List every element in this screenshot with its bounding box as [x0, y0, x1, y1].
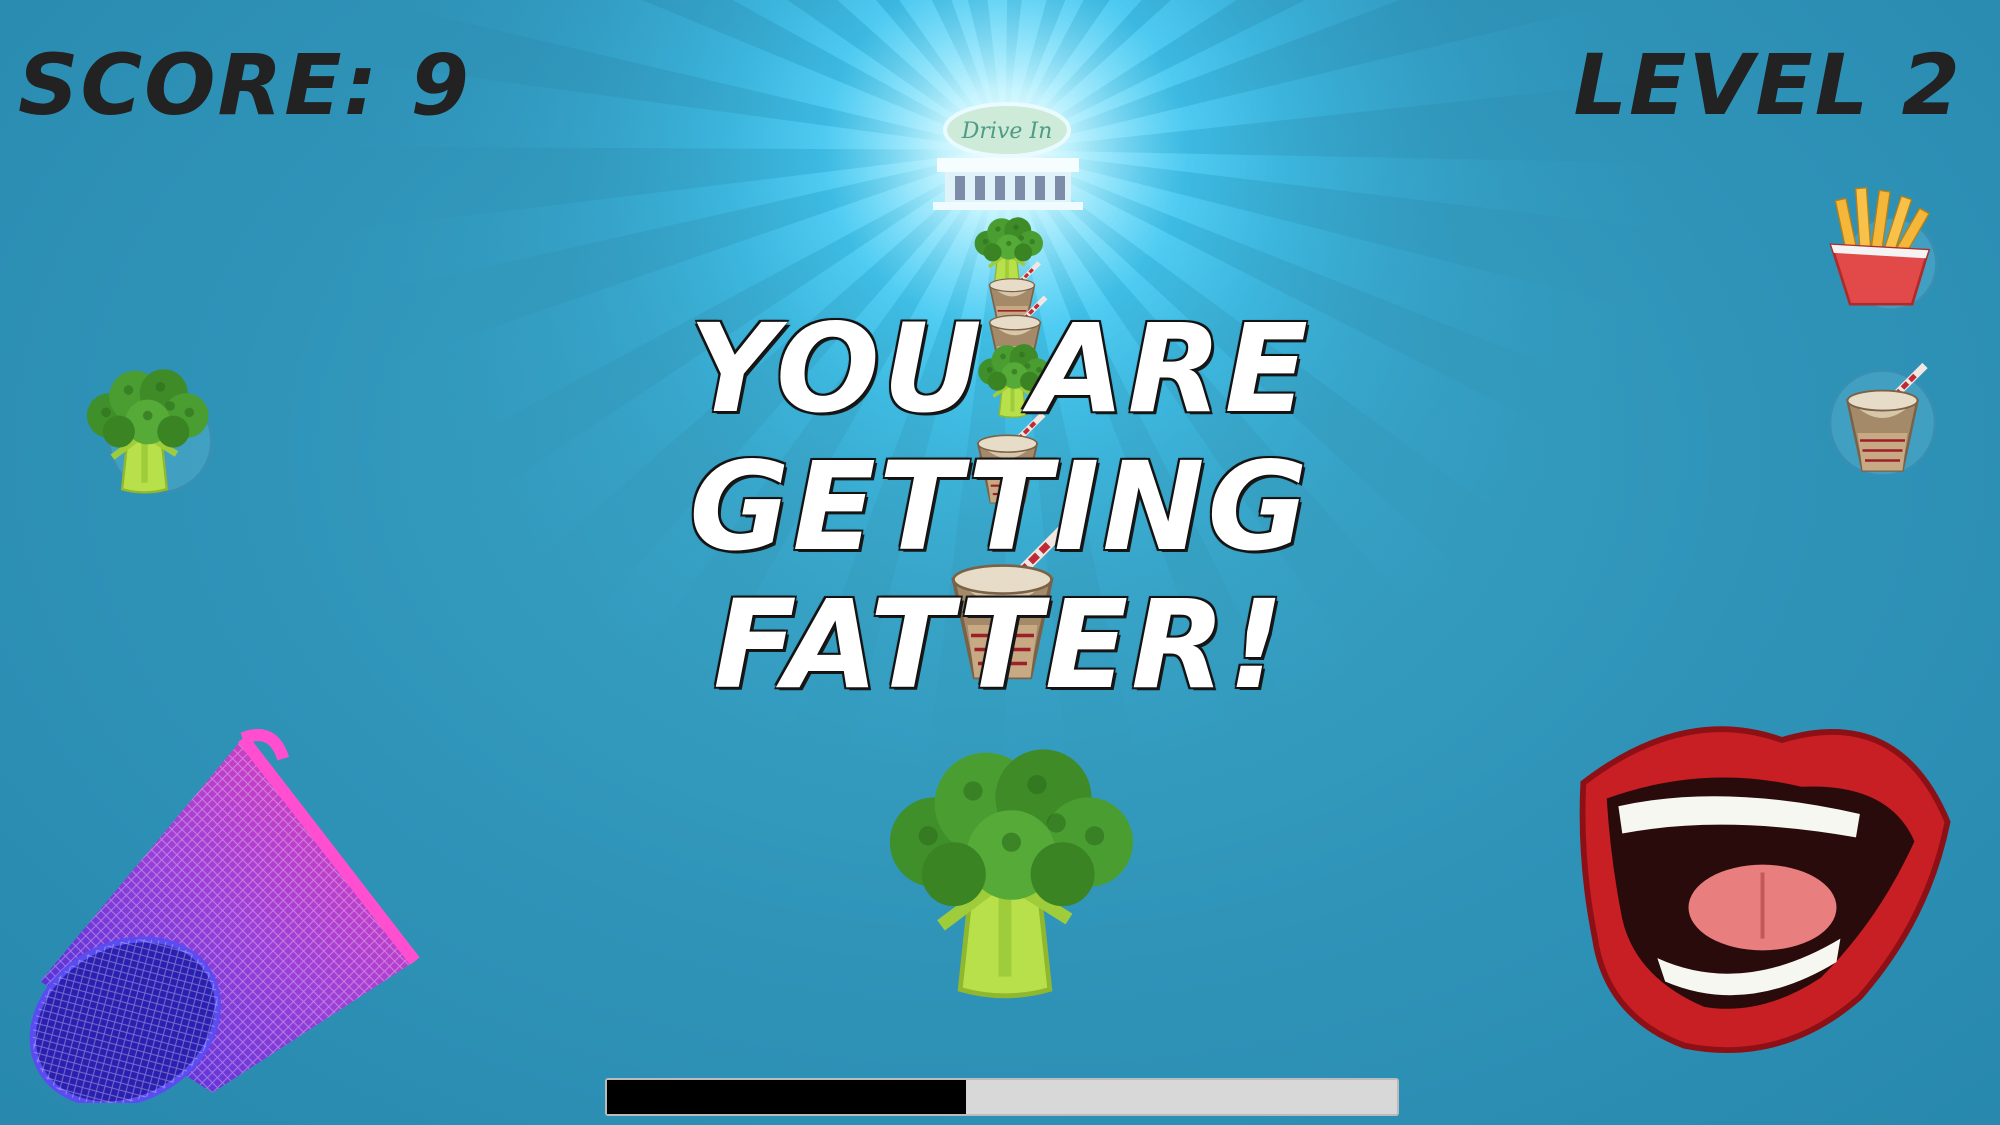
game-stage: SCORE: 9 LEVEL 2 Drive In YOU ARE GETTIN… [0, 0, 2000, 1125]
status-message: YOU ARE GETTING FATTER! [380, 300, 1620, 714]
progress-fill [607, 1080, 967, 1114]
drive-in-sign-text: Drive In [961, 119, 1053, 144]
milkshake-icon[interactable] [1820, 358, 1945, 483]
french-fries-icon[interactable] [1815, 175, 1950, 320]
message-line-1: YOU ARE [689, 298, 1311, 440]
score-label: SCORE: 9 [18, 36, 471, 134]
progress-bar [605, 1078, 1399, 1116]
message-line-2: GETTING FATTER! [689, 436, 1311, 716]
level-label: LEVEL 2 [1573, 36, 1962, 134]
mouth-icon[interactable] [1565, 705, 1960, 1075]
trash-bin-icon[interactable] [20, 718, 425, 1103]
broccoli-icon[interactable] [62, 342, 227, 502]
broccoli-icon[interactable] [845, 695, 1165, 1015]
